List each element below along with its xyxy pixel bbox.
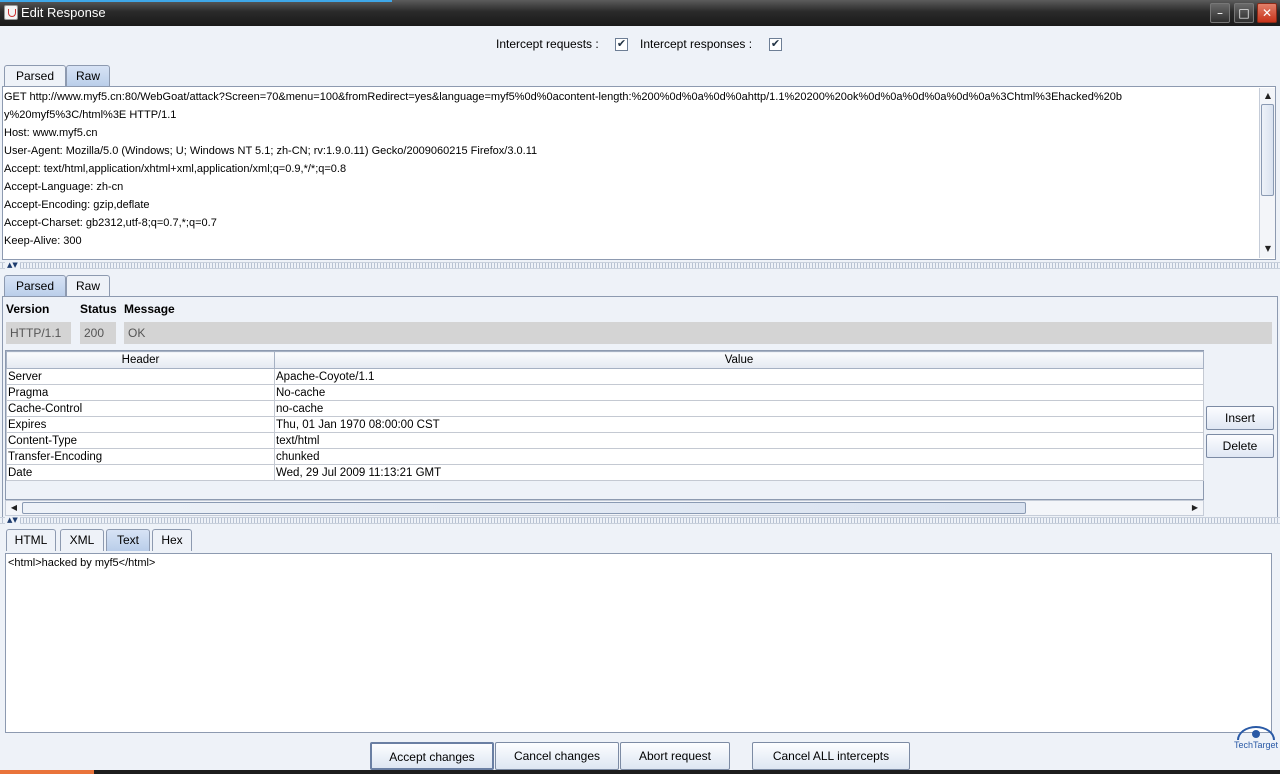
window-title: Edit Response [21,5,106,20]
split-divider[interactable]: ▲▼ [0,261,1280,269]
title-bar: Edit Response – □ ✕ [0,0,1280,26]
header-cell[interactable]: Server [6,368,275,385]
header-cell[interactable]: Cache-Control [6,400,275,417]
headers-horizontal-scrollbar[interactable]: ◀ ▶ [5,500,1204,516]
divider-arrows-icon[interactable]: ▲▼ [5,261,20,269]
value-cell[interactable]: Thu, 01 Jan 1970 08:00:00 CST [274,416,1204,433]
taskbar-item [0,770,94,774]
header-cell[interactable]: Pragma [6,384,275,401]
header-cell[interactable]: Expires [6,416,275,433]
split-divider[interactable]: ▲▼ [0,516,1280,524]
request-line: Accept-Encoding: gzip,deflate [4,199,150,211]
tab-request-raw[interactable]: Raw [66,65,110,87]
value-column[interactable]: Value [274,351,1204,369]
value-cell[interactable]: Apache-Coyote/1.1 [274,368,1204,385]
java-icon [4,5,18,20]
value-cell[interactable]: chunked [274,448,1204,465]
tab-response-raw[interactable]: Raw [66,275,110,297]
title-accent [0,0,392,2]
abort-request-button[interactable]: Abort request [620,742,730,770]
header-column[interactable]: Header [6,351,275,369]
table-row[interactable]: Date Wed, 29 Jul 2009 11:13:21 GMT [6,464,1204,481]
tab-body-text[interactable]: Text [106,529,150,551]
table-row[interactable]: Content-Type text/html [6,432,1204,449]
message-field[interactable]: OK [124,322,1272,344]
intercept-responses-label: Intercept responses : [640,37,753,51]
response-body-editor[interactable]: <html>hacked by myf5</html> [5,553,1272,733]
request-line: GET http://www.myf5.cn:80/WebGoat/attack… [4,91,1123,103]
request-line: Keep-Alive: 300 [4,235,82,247]
techtarget-logo: TechTarget [1232,724,1280,774]
cancel-all-intercepts-button[interactable]: Cancel ALL intercepts [752,742,910,770]
cancel-changes-button[interactable]: Cancel changes [495,742,619,770]
intercept-options: Intercept requests : ✔ Intercept respons… [0,35,1280,53]
eye-logo-icon [1237,726,1275,740]
watermark-text: TechTarget [1233,740,1279,750]
maximize-icon[interactable]: □ [1234,3,1254,23]
table-row[interactable]: Cache-Control no-cache [6,400,1204,417]
table-row[interactable]: Pragma No-cache [6,384,1204,401]
tab-body-xml[interactable]: XML [60,529,104,551]
request-line: Accept-Language: zh-cn [4,181,124,193]
message-label: Message [124,302,175,316]
intercept-requests-label: Intercept requests : [496,37,599,51]
request-line: y%20myf5%3C/html%3E HTTP/1.1 [4,109,177,121]
request-vertical-scrollbar[interactable]: ▲ ▼ [1259,88,1275,258]
intercept-requests-checkbox[interactable]: ✔ [615,38,628,51]
value-cell[interactable]: text/html [274,432,1204,449]
status-field[interactable]: 200 [80,322,116,344]
table-row[interactable]: Transfer-Encoding chunked [6,448,1204,465]
request-scroll-thumb[interactable] [1261,104,1274,196]
value-cell[interactable]: no-cache [274,400,1204,417]
tab-response-parsed[interactable]: Parsed [4,275,66,297]
header-cell[interactable]: Date [6,464,275,481]
tab-body-hex[interactable]: Hex [152,529,192,551]
status-label: Status [80,302,117,316]
request-line: User-Agent: Mozilla/5.0 (Windows; U; Win… [4,145,538,157]
tab-body-html[interactable]: HTML [6,529,56,551]
table-row[interactable]: Server Apache-Coyote/1.1 [6,368,1204,385]
version-field[interactable]: HTTP/1.1 [6,322,71,344]
divider-arrows-icon[interactable]: ▲▼ [5,516,20,524]
request-raw-text[interactable]: GET http://www.myf5.cn:80/WebGoat/attack… [3,88,1259,258]
scroll-up-icon[interactable]: ▲ [1261,89,1275,103]
tab-request-parsed[interactable]: Parsed [4,65,66,87]
request-line: Accept: text/html,application/xhtml+xml,… [4,163,347,175]
request-line: Accept-Charset: gb2312,utf-8;q=0.7,*;q=0… [4,217,217,229]
request-line: Host: www.myf5.cn [4,127,98,139]
headers-table: Header Value Server Apache-Coyote/1.1 Pra… [5,350,1204,500]
version-label: Version [6,302,50,316]
headers-scroll-thumb[interactable] [22,502,1026,514]
header-cell[interactable]: Transfer-Encoding [6,448,275,465]
intercept-responses-checkbox[interactable]: ✔ [769,38,782,51]
scroll-down-icon[interactable]: ▼ [1261,242,1275,256]
value-cell[interactable]: Wed, 29 Jul 2009 11:13:21 GMT [274,464,1204,481]
scroll-right-icon[interactable]: ▶ [1188,501,1202,515]
taskbar-strip [0,770,1280,774]
header-cell[interactable]: Content-Type [6,432,275,449]
minimize-icon[interactable]: – [1210,3,1230,23]
insert-button[interactable]: Insert [1206,406,1274,430]
delete-button[interactable]: Delete [1206,434,1274,458]
table-row[interactable]: Expires Thu, 01 Jan 1970 08:00:00 CST [6,416,1204,433]
accept-changes-button[interactable]: Accept changes [370,742,494,770]
close-icon[interactable]: ✕ [1257,3,1277,23]
scroll-left-icon[interactable]: ◀ [7,501,21,515]
value-cell[interactable]: No-cache [274,384,1204,401]
